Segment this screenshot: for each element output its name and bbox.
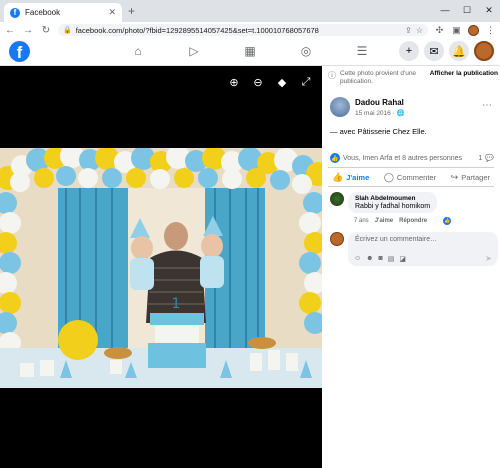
share-page-icon[interactable]: ⇪ <box>405 26 412 35</box>
comment-text: Rabbi y fadhal homikom <box>355 203 431 210</box>
my-avatar[interactable] <box>330 232 344 246</box>
write-comment: Écrivez un commentaire… ☺ ☻ ◙ ▤ ◪ ➤ <box>330 232 498 266</box>
browser-menu-icon[interactable]: ⋮ <box>485 25 496 36</box>
share-button[interactable]: ↪ Partager <box>451 172 490 183</box>
comment-label: Commenter <box>396 172 437 182</box>
emoji-icon[interactable]: ☻ <box>366 255 373 263</box>
watch-video-icon[interactable]: ▷ <box>186 43 202 59</box>
comment-age[interactable]: 7 ans <box>354 218 369 224</box>
comment-button[interactable]: ◯ Commenter <box>384 172 436 183</box>
comment-icon: ◯ <box>383 171 394 182</box>
avatar-sticker-icon[interactable]: ☺ <box>354 255 361 263</box>
nav-right-controls: + ✉ 🔔 <box>399 41 494 61</box>
notifications-bell-icon[interactable]: 🔔 <box>449 41 469 61</box>
bookmark-star-icon[interactable]: ☆ <box>416 26 423 35</box>
minimize-icon[interactable]: — <box>434 0 456 20</box>
browser-toolbar: ← → ↻ 🔒 facebook.com/photo/?fbid=1292895… <box>0 22 500 38</box>
fullscreen-icon[interactable]: ⤢ <box>300 76 312 89</box>
extensions-puzzle-icon[interactable]: ✣ <box>434 25 445 36</box>
send-icon[interactable]: ➤ <box>485 254 492 263</box>
share-label: Partager <box>461 172 490 182</box>
post-caption: — avec Pâtisserie Chez Elle. <box>330 127 427 136</box>
browser-tab[interactable]: f Facebook ✕ <box>4 3 122 22</box>
marketplace-icon[interactable]: ▦ <box>242 43 258 59</box>
comment-meta: 7 ans J'aime Répondre 👍 <box>354 217 452 225</box>
party-photo[interactable]: 1 <box>0 148 322 388</box>
reactions-text[interactable]: Vous, Imen Arfa et 8 autres personnes <box>343 155 475 162</box>
post-side-panel: ⓘ Cette photo provient d'une publication… <box>322 66 500 468</box>
forward-icon[interactable]: → <box>22 25 34 36</box>
share-icon: ↪ <box>450 171 459 182</box>
thumbs-up-icon: 👍 <box>332 171 344 182</box>
home-icon[interactable]: ⌂ <box>130 43 146 59</box>
post-notice: ⓘ Cette photo provient d'une publication… <box>328 70 498 86</box>
new-tab-icon[interactable]: + <box>128 4 135 18</box>
comment-bubble-icon: 💬 <box>485 155 494 162</box>
nav-center-icons: ⌂ ▷ ▦ ◎ ☰ <box>130 43 370 59</box>
comment-item: Slah Abdelmoumen Rabbi y fadhal homikom <box>330 192 438 213</box>
view-post-link[interactable]: Afficher la publication <box>430 70 498 86</box>
tab-close-icon[interactable]: ✕ <box>108 7 116 18</box>
comment-like-badge-icon: 👍 <box>443 217 452 225</box>
comment-like-link[interactable]: J'aime <box>375 218 393 224</box>
tab-title: Facebook <box>25 8 61 17</box>
reload-icon[interactable]: ↻ <box>40 25 52 36</box>
url-text: facebook.com/photo/?fbid=129289551405742… <box>75 25 319 35</box>
like-label: J'aime <box>346 172 370 182</box>
sticker-icon[interactable]: ◪ <box>399 255 406 263</box>
gif-icon[interactable]: ▤ <box>388 255 395 263</box>
close-window-icon[interactable]: ✕ <box>478 0 500 20</box>
author-name[interactable]: Dadou Rahal <box>355 98 405 107</box>
photo-tools: ⊕ ⊖ ◆ ⤢ <box>228 76 312 89</box>
post-date-text: 15 mai 2016 · <box>355 109 397 117</box>
post-actions: 👍 J'aime ◯ Commenter ↪ Partager <box>328 167 494 187</box>
notice-text: Cette photo provient d'une publication. <box>340 70 417 85</box>
address-bar[interactable]: 🔒 facebook.com/photo/?fbid=1292895514057… <box>58 24 428 36</box>
like-reaction-icon: 👍 <box>330 153 340 163</box>
post-date[interactable]: 15 mai 2016 · 🌐 <box>355 109 405 117</box>
facebook-favicon-icon: f <box>10 7 20 18</box>
facebook-logo-icon[interactable]: f <box>9 41 30 62</box>
messenger-icon[interactable]: ✉ <box>424 41 444 61</box>
facebook-top-nav: f ⌂ ▷ ▦ ◎ ☰ + ✉ 🔔 <box>0 38 500 66</box>
back-icon[interactable]: ← <box>4 25 16 36</box>
author-avatar[interactable] <box>330 97 350 117</box>
commenter-avatar[interactable] <box>330 192 344 206</box>
camera-icon[interactable]: ◙ <box>379 255 383 263</box>
comment-bubble: Slah Abdelmoumen Rabbi y fadhal homikom <box>348 192 438 213</box>
groups-icon[interactable]: ◎ <box>298 43 314 59</box>
window-controls: — ☐ ✕ <box>434 0 500 20</box>
post-author: Dadou Rahal 15 mai 2016 · 🌐 <box>330 97 405 117</box>
profile-avatar[interactable] <box>468 24 479 36</box>
comment-reply-link[interactable]: Répondre <box>399 218 427 224</box>
more-options-icon[interactable]: ⋯ <box>482 100 492 111</box>
like-button[interactable]: 👍 J'aime <box>332 172 369 183</box>
photo-image: 1 <box>0 148 322 388</box>
comment-placeholder: Écrivez un commentaire… <box>355 236 438 243</box>
commenter-name[interactable]: Slah Abdelmoumen <box>355 195 430 202</box>
menu-hamburger-icon[interactable]: ☰ <box>354 43 370 59</box>
side-panel-icon[interactable]: ▣ <box>451 25 462 36</box>
tag-icon[interactable]: ◆ <box>276 76 288 89</box>
globe-icon: 🌐 <box>396 109 405 117</box>
comments-count[interactable]: 1 <box>478 155 482 162</box>
lock-icon[interactable]: 🔒 <box>63 26 72 34</box>
create-plus-icon[interactable]: + <box>399 41 419 61</box>
comment-input[interactable]: Écrivez un commentaire… ☺ ☻ ◙ ▤ ◪ ➤ <box>348 232 498 266</box>
maximize-icon[interactable]: ☐ <box>456 0 478 20</box>
photo-viewer: ⊕ ⊖ ◆ ⤢ 1 <box>0 66 322 468</box>
zoom-in-icon[interactable]: ⊕ <box>228 76 240 89</box>
account-avatar[interactable] <box>474 41 494 61</box>
svg-text:1: 1 <box>172 296 181 312</box>
comment-input-tools: ☺ ☻ ◙ ▤ ◪ <box>354 255 406 263</box>
tab-strip: f Facebook ✕ + — ☐ ✕ <box>0 0 500 22</box>
info-icon: ⓘ <box>328 71 336 80</box>
reactions-summary[interactable]: 👍 Vous, Imen Arfa et 8 autres personnes … <box>330 153 494 163</box>
browser-window: f Facebook ✕ + — ☐ ✕ ← → ↻ 🔒 facebook.co… <box>0 0 500 468</box>
zoom-out-icon[interactable]: ⊖ <box>252 76 264 89</box>
